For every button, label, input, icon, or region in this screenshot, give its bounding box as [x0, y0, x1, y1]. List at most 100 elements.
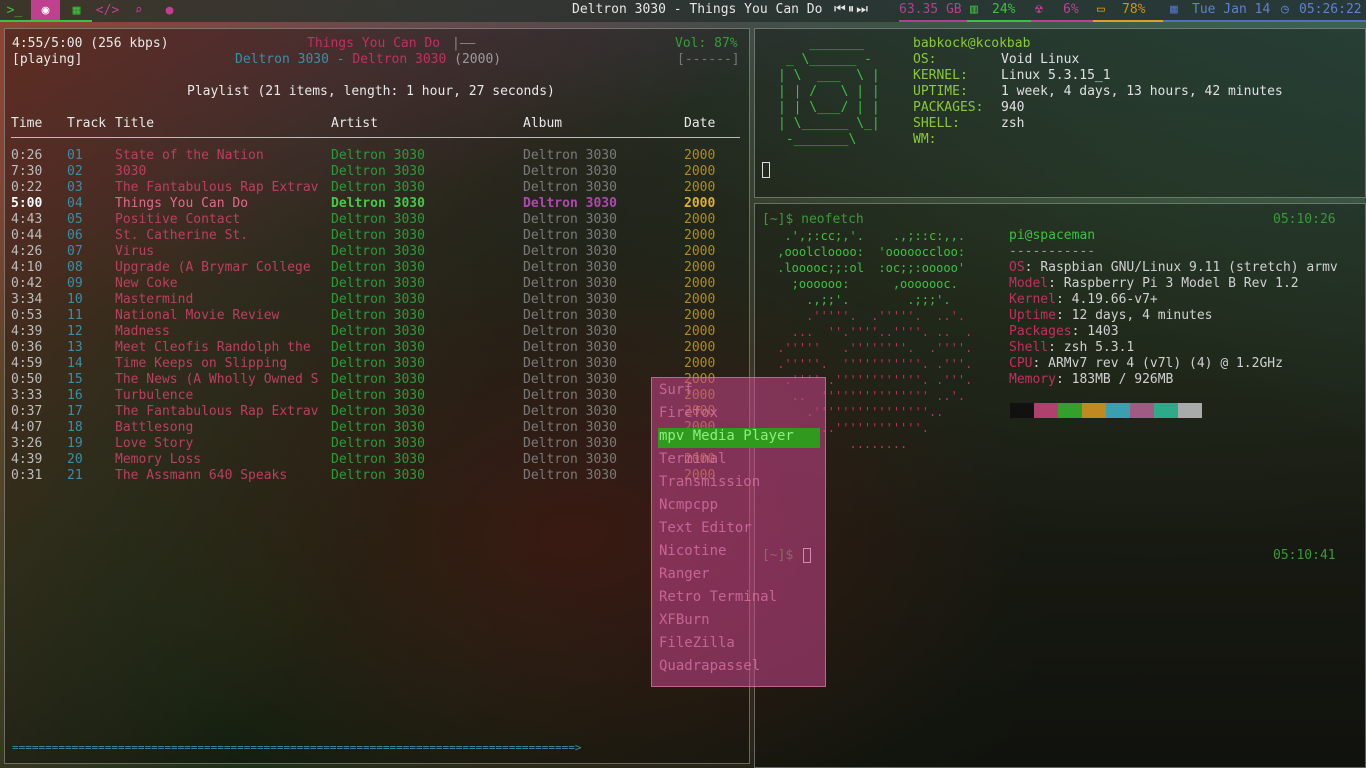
track-album: Deltron 3030	[523, 340, 617, 355]
playlist-row[interactable]: 0:37 17 The Fantabulous Rap Extrav Deltron …	[0, 404, 740, 420]
track-album: Deltron 3030	[523, 244, 617, 259]
launcher-item[interactable]: Ranger	[658, 566, 820, 586]
playlist-row[interactable]: 4:59 14 Time Keeps on Slipping Deltron 3030…	[0, 356, 740, 372]
playlist-row[interactable]: 4:07 18 Battlesong Deltron 3030 Deltron 3030…	[0, 420, 740, 436]
track-artist: Deltron 3030	[331, 244, 425, 259]
color-swatch	[1034, 403, 1058, 418]
launcher-item[interactable]: XFBurn	[658, 612, 820, 632]
void-info-key: SHELL:	[913, 116, 960, 131]
prev-track-icon[interactable]: ⏮	[834, 2, 848, 17]
launcher-item[interactable]: Nicotine	[658, 543, 820, 563]
track-album: Deltron 3030	[523, 148, 617, 163]
launcher-item[interactable]: Terminal	[658, 451, 820, 471]
column-album[interactable]: Album	[523, 116, 562, 131]
playlist-row[interactable]: 0:26 01 State of the Nation Deltron 3030 Del…	[0, 148, 740, 164]
seek-bar[interactable]: ========================================…	[12, 741, 730, 754]
pi-info-value: ARMv7 rev 4 (v7l) (4) @ 1.2GHz	[1048, 356, 1283, 371]
track-artist: Deltron 3030	[331, 260, 425, 275]
track-title: Mastermind	[115, 292, 194, 307]
playlist-row[interactable]: 3:26 19 Love Story Deltron 3030 Deltron 3030…	[0, 436, 740, 452]
launcher-item[interactable]: Retro Terminal	[658, 589, 820, 609]
workspace-6[interactable]: ●	[155, 0, 184, 20]
track-number: 10	[67, 292, 83, 307]
column-title[interactable]: Title	[115, 116, 154, 131]
code-icon: </>	[95, 2, 120, 18]
track-time: 0:36	[11, 340, 43, 355]
pi-info-key: Packages	[1009, 324, 1072, 339]
grid-icon: ▦	[72, 2, 81, 18]
pause-icon[interactable]: ⏸	[848, 2, 857, 17]
cpu-usage: 6%	[1063, 2, 1079, 17]
playlist-row[interactable]: 7:30 02 3030 Deltron 3030 Deltron 3030 2000	[0, 164, 740, 180]
workspace-1[interactable]: >_	[0, 0, 29, 20]
pi-info-row: Model: Raspberry Pi 3 Model B Rev 1.2	[1009, 276, 1299, 291]
track-number: 07	[67, 244, 83, 259]
pi-info-value: 4.19.66-v7+	[1071, 292, 1158, 307]
column-track[interactable]: Track	[67, 116, 106, 131]
playlist-row[interactable]: 0:36 13 Meet Cleofis Randolph the Deltron 3…	[0, 340, 740, 356]
track-date: 2000	[684, 308, 716, 323]
pi-info-row: CPU: ARMv7 rev 4 (v7l) (4) @ 1.2GHz	[1009, 356, 1283, 371]
track-time: 0:22	[11, 180, 43, 195]
launcher-item[interactable]: FileZilla	[658, 635, 820, 655]
pi-info-colon: :	[1055, 308, 1072, 323]
launcher-item[interactable]: Transmission	[658, 474, 820, 494]
raspbian-logo-line: .''''' .''''''''. .''''.	[770, 341, 973, 355]
playlist-row[interactable]: 4:39 20 Memory Loss Deltron 3030 Deltron 303…	[0, 452, 740, 468]
playlist-row[interactable]: 4:10 08 Upgrade (A Brymar College Deltron 3…	[0, 260, 740, 276]
search-icon: ⌕	[134, 2, 143, 18]
track-number: 16	[67, 388, 83, 403]
void-logo-line: _ \______ -	[778, 52, 872, 67]
playlist-row[interactable]: 0:42 09 New Coke Deltron 3030 Deltron 3030 20…	[0, 276, 740, 292]
launcher-item[interactable]: Quadrapassel	[658, 658, 820, 678]
track-date: 2000	[684, 180, 716, 195]
playlist-row[interactable]: 4:43 05 Positive Contact Deltron 3030 Deltro…	[0, 212, 740, 228]
launcher-item[interactable]: Ncmpcpp	[658, 497, 820, 517]
launcher-item[interactable]: Text Editor	[658, 520, 820, 540]
playlist-row[interactable]: 0:44 06 St. Catherine St. Deltron 3030 Deltr…	[0, 228, 740, 244]
workspace-4[interactable]: </>	[93, 0, 122, 20]
void-logo-line: | | / \ | |	[778, 84, 880, 99]
battery-underline	[1093, 20, 1163, 22]
track-time: 4:39	[11, 324, 43, 339]
track-time: 0:53	[11, 308, 43, 323]
pi-info-row: Shell: zsh 5.3.1	[1009, 340, 1134, 355]
playlist-row[interactable]: 0:31 21 The Assmann 640 Speaks Deltron 3030…	[0, 468, 740, 484]
track-number: 11	[67, 308, 83, 323]
track-album: Deltron 3030	[523, 356, 617, 371]
launcher-item[interactable]: Surf	[658, 382, 820, 402]
track-title: 3030	[115, 164, 147, 179]
track-title: Turbulence	[115, 388, 194, 403]
track-artist: Deltron 3030	[331, 164, 425, 179]
launcher-item[interactable]: mpv Media Player	[658, 428, 820, 448]
track-title: Upgrade (A Brymar College	[115, 260, 311, 275]
playlist-row[interactable]: 4:26 07 Virus Deltron 3030 Deltron 3030 2000	[0, 244, 740, 260]
track-album: Deltron 3030	[523, 324, 617, 339]
playlist-row[interactable]: 3:33 16 Turbulence Deltron 3030 Deltron 3030…	[0, 388, 740, 404]
launcher-item[interactable]: Firefox	[658, 405, 820, 425]
void-logo-line: | \______ \_|	[778, 116, 880, 131]
void-logo-line: | \ ___ \ |	[778, 68, 880, 83]
volume-bar[interactable]: [------]	[677, 52, 740, 67]
playlist-row[interactable]: 0:22 03 The Fantabulous Rap Extrav Deltron …	[0, 180, 740, 196]
playlist-row[interactable]: 0:50 15 The News (A Wholly Owned S Deltron …	[0, 372, 740, 388]
workspace-5[interactable]: ⌕	[124, 0, 153, 20]
column-artist[interactable]: Artist	[331, 116, 378, 131]
track-time: 3:33	[11, 388, 43, 403]
pi-info-colon: :	[1055, 372, 1072, 387]
track-album: Deltron 3030	[523, 276, 617, 291]
color-swatch	[1130, 403, 1154, 418]
playlist-row[interactable]: 5:00 04 Things You Can Do Deltron 3030 Deltr…	[0, 196, 740, 212]
workspace-2[interactable]: ◉	[31, 0, 60, 20]
next-track-icon[interactable]: ⏭	[856, 2, 870, 17]
playlist-row[interactable]: 4:39 12 Madness Deltron 3030 Deltron 3030 200…	[0, 324, 740, 340]
terminal-icon: >_	[6, 2, 23, 18]
playlist-row[interactable]: 0:53 11 National Movie Review Deltron 3030 D…	[0, 308, 740, 324]
track-number: 12	[67, 324, 83, 339]
column-date[interactable]: Date	[684, 116, 715, 131]
track-time: 4:39	[11, 452, 43, 467]
playlist-row[interactable]: 3:34 10 Mastermind Deltron 3030 Deltron 3030…	[0, 292, 740, 308]
track-number: 05	[67, 212, 83, 227]
column-time[interactable]: Time	[11, 116, 42, 131]
workspace-3[interactable]: ▦	[62, 0, 91, 20]
